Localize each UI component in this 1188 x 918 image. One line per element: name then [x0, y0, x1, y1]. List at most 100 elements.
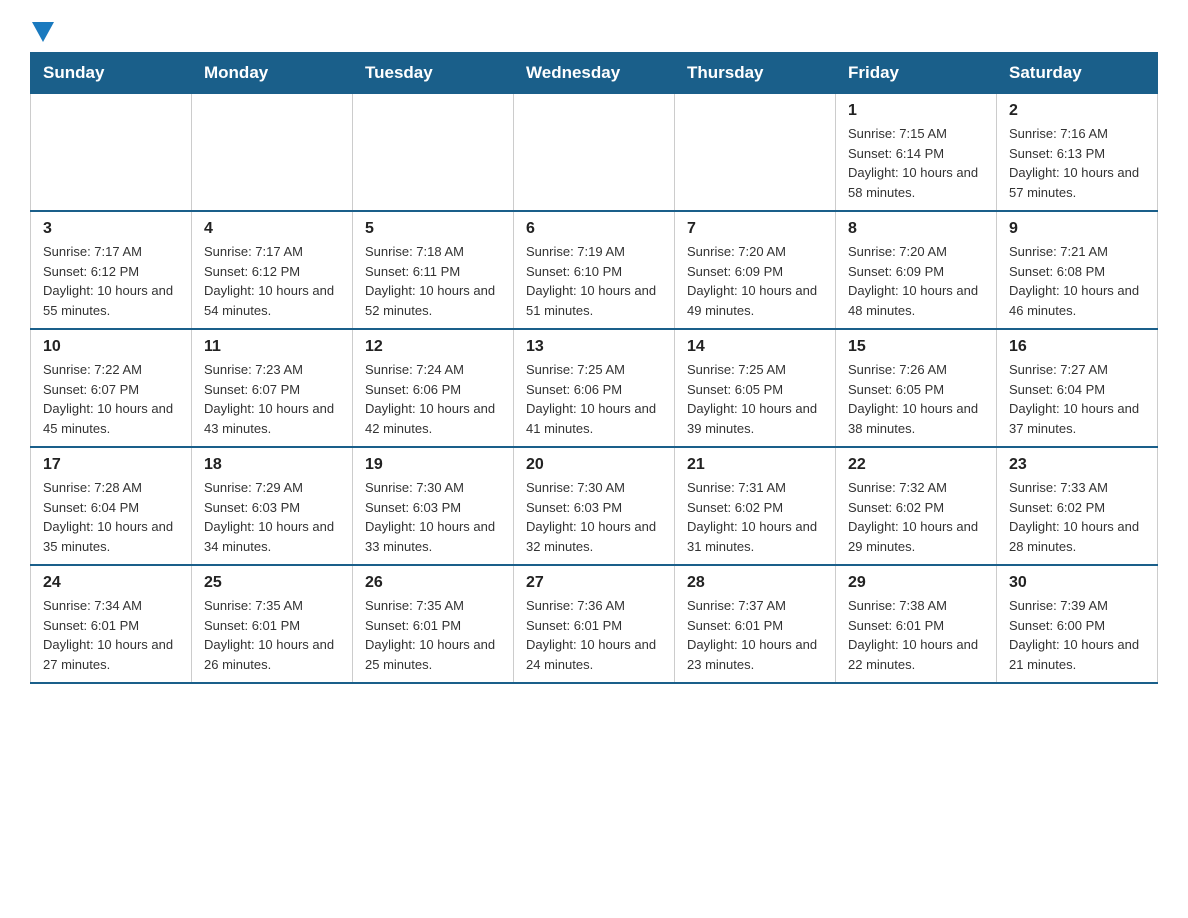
day-info: Sunrise: 7:34 AM Sunset: 6:01 PM Dayligh…	[43, 596, 179, 674]
day-info: Sunrise: 7:29 AM Sunset: 6:03 PM Dayligh…	[204, 478, 340, 556]
weekday-header-sunday: Sunday	[31, 53, 192, 94]
weekday-header-row: SundayMondayTuesdayWednesdayThursdayFrid…	[31, 53, 1158, 94]
day-number: 15	[848, 338, 984, 356]
day-number: 27	[526, 574, 662, 592]
day-number: 4	[204, 220, 340, 238]
day-info: Sunrise: 7:28 AM Sunset: 6:04 PM Dayligh…	[43, 478, 179, 556]
day-info: Sunrise: 7:30 AM Sunset: 6:03 PM Dayligh…	[365, 478, 501, 556]
calendar-cell: 22 Sunrise: 7:32 AM Sunset: 6:02 PM Dayli…	[836, 447, 997, 565]
logo	[30, 20, 58, 42]
day-number: 14	[687, 338, 823, 356]
day-info: Sunrise: 7:21 AM Sunset: 6:08 PM Dayligh…	[1009, 242, 1145, 320]
day-number: 7	[687, 220, 823, 238]
calendar-cell: 9 Sunrise: 7:21 AM Sunset: 6:08 PM Daylig…	[997, 211, 1158, 329]
logo-triangle-icon	[32, 22, 54, 42]
day-number: 9	[1009, 220, 1145, 238]
calendar-body: 1 Sunrise: 7:15 AM Sunset: 6:14 PM Daylig…	[31, 94, 1158, 684]
calendar-header: SundayMondayTuesdayWednesdayThursdayFrid…	[31, 53, 1158, 94]
day-info: Sunrise: 7:23 AM Sunset: 6:07 PM Dayligh…	[204, 360, 340, 438]
day-number: 10	[43, 338, 179, 356]
calendar-cell: 6 Sunrise: 7:19 AM Sunset: 6:10 PM Daylig…	[514, 211, 675, 329]
calendar-cell: 13 Sunrise: 7:25 AM Sunset: 6:06 PM Dayli…	[514, 329, 675, 447]
day-info: Sunrise: 7:17 AM Sunset: 6:12 PM Dayligh…	[43, 242, 179, 320]
day-info: Sunrise: 7:18 AM Sunset: 6:11 PM Dayligh…	[365, 242, 501, 320]
calendar-cell: 15 Sunrise: 7:26 AM Sunset: 6:05 PM Dayli…	[836, 329, 997, 447]
day-info: Sunrise: 7:20 AM Sunset: 6:09 PM Dayligh…	[687, 242, 823, 320]
calendar-cell: 8Sunrise: 7:20 AM Sunset: 6:09 PM Daylig…	[836, 211, 997, 329]
day-number: 26	[365, 574, 501, 592]
day-number: 30	[1009, 574, 1145, 592]
calendar-cell: 2 Sunrise: 7:16 AM Sunset: 6:13 PM Daylig…	[997, 94, 1158, 212]
day-info: Sunrise: 7:39 AM Sunset: 6:00 PM Dayligh…	[1009, 596, 1145, 674]
day-info: Sunrise: 7:27 AM Sunset: 6:04 PM Dayligh…	[1009, 360, 1145, 438]
calendar-cell: 1 Sunrise: 7:15 AM Sunset: 6:14 PM Daylig…	[836, 94, 997, 212]
day-info: Sunrise: 7:17 AM Sunset: 6:12 PM Dayligh…	[204, 242, 340, 320]
day-number: 19	[365, 456, 501, 474]
day-number: 28	[687, 574, 823, 592]
day-number: 17	[43, 456, 179, 474]
calendar-cell: 12 Sunrise: 7:24 AM Sunset: 6:06 PM Dayli…	[353, 329, 514, 447]
calendar-cell: 29Sunrise: 7:38 AM Sunset: 6:01 PM Dayli…	[836, 565, 997, 683]
calendar-cell: 28 Sunrise: 7:37 AM Sunset: 6:01 PM Dayli…	[675, 565, 836, 683]
calendar-week-row: 3Sunrise: 7:17 AM Sunset: 6:12 PM Daylig…	[31, 211, 1158, 329]
calendar-cell: 5Sunrise: 7:18 AM Sunset: 6:11 PM Daylig…	[353, 211, 514, 329]
calendar-cell: 30 Sunrise: 7:39 AM Sunset: 6:00 PM Dayli…	[997, 565, 1158, 683]
day-info: Sunrise: 7:22 AM Sunset: 6:07 PM Dayligh…	[43, 360, 179, 438]
day-info: Sunrise: 7:25 AM Sunset: 6:05 PM Dayligh…	[687, 360, 823, 438]
day-number: 12	[365, 338, 501, 356]
calendar-week-row: 10 Sunrise: 7:22 AM Sunset: 6:07 PM Dayli…	[31, 329, 1158, 447]
day-number: 13	[526, 338, 662, 356]
weekday-header-friday: Friday	[836, 53, 997, 94]
day-info: Sunrise: 7:26 AM Sunset: 6:05 PM Dayligh…	[848, 360, 984, 438]
calendar-cell	[192, 94, 353, 212]
weekday-header-wednesday: Wednesday	[514, 53, 675, 94]
calendar-cell: 10 Sunrise: 7:22 AM Sunset: 6:07 PM Dayli…	[31, 329, 192, 447]
calendar-cell: 3Sunrise: 7:17 AM Sunset: 6:12 PM Daylig…	[31, 211, 192, 329]
calendar-cell: 24 Sunrise: 7:34 AM Sunset: 6:01 PM Dayli…	[31, 565, 192, 683]
day-info: Sunrise: 7:25 AM Sunset: 6:06 PM Dayligh…	[526, 360, 662, 438]
calendar-cell	[514, 94, 675, 212]
day-info: Sunrise: 7:36 AM Sunset: 6:01 PM Dayligh…	[526, 596, 662, 674]
day-info: Sunrise: 7:19 AM Sunset: 6:10 PM Dayligh…	[526, 242, 662, 320]
day-number: 25	[204, 574, 340, 592]
day-info: Sunrise: 7:20 AM Sunset: 6:09 PM Dayligh…	[848, 242, 984, 320]
calendar-cell: 19 Sunrise: 7:30 AM Sunset: 6:03 PM Dayli…	[353, 447, 514, 565]
calendar-cell: 25Sunrise: 7:35 AM Sunset: 6:01 PM Dayli…	[192, 565, 353, 683]
calendar-week-row: 24 Sunrise: 7:34 AM Sunset: 6:01 PM Dayli…	[31, 565, 1158, 683]
calendar-cell: 16 Sunrise: 7:27 AM Sunset: 6:04 PM Dayli…	[997, 329, 1158, 447]
calendar-cell	[31, 94, 192, 212]
day-info: Sunrise: 7:30 AM Sunset: 6:03 PM Dayligh…	[526, 478, 662, 556]
day-info: Sunrise: 7:24 AM Sunset: 6:06 PM Dayligh…	[365, 360, 501, 438]
day-number: 22	[848, 456, 984, 474]
weekday-header-tuesday: Tuesday	[353, 53, 514, 94]
calendar-cell: 7 Sunrise: 7:20 AM Sunset: 6:09 PM Daylig…	[675, 211, 836, 329]
weekday-header-thursday: Thursday	[675, 53, 836, 94]
day-info: Sunrise: 7:35 AM Sunset: 6:01 PM Dayligh…	[365, 596, 501, 674]
day-number: 1	[848, 102, 984, 120]
day-number: 6	[526, 220, 662, 238]
calendar-cell	[675, 94, 836, 212]
calendar-cell: 17 Sunrise: 7:28 AM Sunset: 6:04 PM Dayli…	[31, 447, 192, 565]
day-number: 2	[1009, 102, 1145, 120]
day-number: 24	[43, 574, 179, 592]
calendar-cell: 20Sunrise: 7:30 AM Sunset: 6:03 PM Dayli…	[514, 447, 675, 565]
day-info: Sunrise: 7:16 AM Sunset: 6:13 PM Dayligh…	[1009, 124, 1145, 202]
day-info: Sunrise: 7:31 AM Sunset: 6:02 PM Dayligh…	[687, 478, 823, 556]
calendar-cell: 18Sunrise: 7:29 AM Sunset: 6:03 PM Dayli…	[192, 447, 353, 565]
calendar-cell: 23Sunrise: 7:33 AM Sunset: 6:02 PM Dayli…	[997, 447, 1158, 565]
day-number: 16	[1009, 338, 1145, 356]
day-number: 29	[848, 574, 984, 592]
calendar-cell: 27 Sunrise: 7:36 AM Sunset: 6:01 PM Dayli…	[514, 565, 675, 683]
calendar-cell: 26 Sunrise: 7:35 AM Sunset: 6:01 PM Dayli…	[353, 565, 514, 683]
calendar-week-row: 1 Sunrise: 7:15 AM Sunset: 6:14 PM Daylig…	[31, 94, 1158, 212]
calendar-week-row: 17 Sunrise: 7:28 AM Sunset: 6:04 PM Dayli…	[31, 447, 1158, 565]
calendar-table: SundayMondayTuesdayWednesdayThursdayFrid…	[30, 52, 1158, 684]
calendar-cell: 4 Sunrise: 7:17 AM Sunset: 6:12 PM Daylig…	[192, 211, 353, 329]
calendar-cell: 21Sunrise: 7:31 AM Sunset: 6:02 PM Dayli…	[675, 447, 836, 565]
calendar-cell: 14 Sunrise: 7:25 AM Sunset: 6:05 PM Dayli…	[675, 329, 836, 447]
day-info: Sunrise: 7:37 AM Sunset: 6:01 PM Dayligh…	[687, 596, 823, 674]
day-info: Sunrise: 7:32 AM Sunset: 6:02 PM Dayligh…	[848, 478, 984, 556]
page-header	[30, 20, 1158, 42]
day-info: Sunrise: 7:15 AM Sunset: 6:14 PM Dayligh…	[848, 124, 984, 202]
day-info: Sunrise: 7:33 AM Sunset: 6:02 PM Dayligh…	[1009, 478, 1145, 556]
